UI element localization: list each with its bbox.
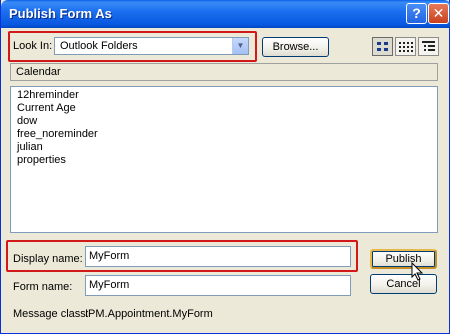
display-name-label: Display name: [13,253,83,265]
help-button[interactable]: ? [406,3,427,24]
message-class-value: IPM.Appointment.MyForm [85,308,213,320]
publish-button[interactable]: Publish [370,249,437,269]
path-bar: Calendar [10,63,438,81]
mouse-cursor-icon [411,262,424,281]
browse-button[interactable]: Browse... [262,37,329,57]
display-name-value: MyForm [89,250,130,262]
large-icons-icon [377,42,388,51]
close-icon: ✕ [432,5,445,21]
large-icons-view-button[interactable] [372,37,393,56]
look-in-value: Outlook Folders [60,40,138,52]
close-button[interactable]: ✕ [428,3,449,24]
form-name-label: Form name: [13,281,73,293]
look-in-dropdown[interactable]: Outlook Folders ▼ [54,37,249,55]
list-item[interactable]: julian [17,141,43,153]
list-item[interactable]: 12hreminder [17,89,79,101]
publish-form-dialog: Publish Form As ? ✕ Look In: Outlook Fol… [0,0,450,334]
list-item[interactable]: dow [17,115,37,127]
title-bar[interactable]: Publish Form As ? ✕ [1,0,450,28]
path-text: Calendar [16,66,61,78]
forms-list[interactable]: 12hreminder Current Age dow free_noremin… [10,86,438,233]
list-icon [399,42,413,52]
list-item[interactable]: properties [17,154,66,166]
chevron-down-icon[interactable]: ▼ [232,38,248,54]
cancel-button[interactable]: Cancel [370,274,437,294]
window-title: Publish Form As [9,6,112,21]
form-name-field[interactable]: MyForm [85,275,351,296]
message-class-label: Message class: [13,308,89,320]
list-item[interactable]: free_noreminder [17,128,98,140]
form-name-value: MyForm [89,279,130,291]
display-name-field[interactable]: MyForm [85,246,351,267]
list-item[interactable]: Current Age [17,102,76,114]
list-view-button[interactable] [395,37,416,56]
details-icon [422,41,435,51]
details-view-button[interactable] [418,37,439,56]
look-in-label: Look In: [13,40,53,52]
